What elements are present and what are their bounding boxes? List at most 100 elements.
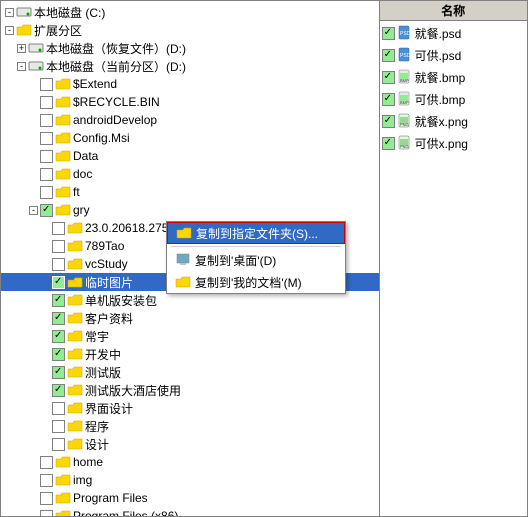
tree-label-linshi: 临时图片: [85, 274, 133, 291]
menu-item-copy-to-docs[interactable]: 复制到'我的文档'(M): [167, 271, 345, 293]
svg-text:PNG: PNG: [400, 144, 409, 149]
folder-icon-sheji: [67, 437, 83, 451]
tree-item-expand[interactable]: - 扩展分区: [1, 21, 379, 39]
checkbox-vcstudy[interactable]: [52, 258, 65, 271]
folder-icon-android: [55, 113, 71, 127]
checkbox-jmian[interactable]: [52, 402, 65, 415]
checkbox-pf[interactable]: [40, 492, 53, 505]
tree-item-d-restore[interactable]: + 本地磁盘（恢复文件）(D:): [1, 39, 379, 57]
tree-label-danjiban: 单机版安装包: [85, 292, 157, 309]
menu-label-copy-to-folder: 复制到指定文件夹(S)...: [196, 225, 318, 242]
tree-label-ver: 23.0.20618.2753: [85, 221, 175, 235]
tree-item-config[interactable]: Config.Msi: [1, 129, 379, 147]
checkbox-android[interactable]: [40, 114, 53, 127]
tree-item-data[interactable]: Data: [1, 147, 379, 165]
checkbox-kaifa[interactable]: [52, 348, 65, 361]
checkbox-changyu[interactable]: [52, 330, 65, 343]
checkbox-ke-psd[interactable]: [382, 49, 395, 62]
checkbox-789tao[interactable]: [52, 240, 65, 253]
tree-label-c: 本地磁盘 (C:): [34, 4, 105, 21]
tree-item-pf[interactable]: Program Files: [1, 489, 379, 507]
checkbox-jiu-psd[interactable]: [382, 27, 395, 40]
drive-icon-d-restore: [28, 41, 44, 55]
folder-icon-789tao: [67, 239, 83, 253]
tree-item-d-current[interactable]: - 本地磁盘（当前分区）(D:): [1, 57, 379, 75]
tree-item-extend[interactable]: $Extend: [1, 75, 379, 93]
expand-icon-d-restore[interactable]: +: [17, 44, 26, 53]
folder-open-icon: [176, 225, 192, 241]
tree-label-d-restore: 本地磁盘（恢复文件）(D:): [46, 40, 186, 57]
right-item-jiu-bmp[interactable]: BMP 就餐.bmp: [382, 67, 525, 87]
checkbox-ver[interactable]: [52, 222, 65, 235]
tree-label-expand: 扩展分区: [34, 22, 82, 39]
file-name-ke-png: 可供x.png: [415, 135, 468, 152]
tree-item-jmian[interactable]: 界面设计: [1, 399, 379, 417]
tree-item-android[interactable]: androidDevelop: [1, 111, 379, 129]
right-panel-header: 名称: [380, 1, 527, 21]
tree-item-pf86[interactable]: Program Files (x86): [1, 507, 379, 516]
file-name-ke-bmp: 可供.bmp: [415, 91, 466, 108]
tree-item-home[interactable]: home: [1, 453, 379, 471]
checkbox-recycle[interactable]: [40, 96, 53, 109]
svg-text:BMP: BMP: [400, 100, 409, 105]
expand-icon-d-current[interactable]: -: [17, 62, 26, 71]
tree-item-chengxu[interactable]: 程序: [1, 417, 379, 435]
checkbox-ft[interactable]: [40, 186, 53, 199]
folder-icon-chengxu: [67, 419, 83, 433]
folder-icon-img: [55, 473, 71, 487]
checkbox-linshi[interactable]: [52, 276, 65, 289]
checkbox-data[interactable]: [40, 150, 53, 163]
checkbox-ke-png[interactable]: [382, 137, 395, 150]
tree-item-kehu[interactable]: 客户资料: [1, 309, 379, 327]
menu-item-copy-to-desktop[interactable]: 复制到'桌面'(D): [167, 249, 345, 271]
folder-icon-home: [55, 455, 71, 469]
tree-label-home: home: [73, 455, 103, 469]
tree-item-local-c[interactable]: - 本地磁盘 (C:): [1, 3, 379, 21]
expand-icon-expand[interactable]: -: [5, 26, 14, 35]
expand-icon-c[interactable]: -: [5, 8, 14, 17]
tree-item-gry[interactable]: - gry: [1, 201, 379, 219]
right-item-jiu-psd[interactable]: PSD 就餐.psd: [382, 23, 525, 43]
tree-label-kaifa: 开发中: [85, 346, 121, 363]
right-item-jiu-png[interactable]: PNG 就餐x.png: [382, 111, 525, 131]
svg-text:BMP: BMP: [400, 78, 409, 83]
checkbox-pf86[interactable]: [40, 510, 53, 517]
folder-icon-ver: [67, 221, 83, 235]
right-item-ke-png[interactable]: PNG 可供x.png: [382, 133, 525, 153]
tree-item-ft[interactable]: ft: [1, 183, 379, 201]
checkbox-jiu-png[interactable]: [382, 115, 395, 128]
tree-item-ceshi-hotel[interactable]: 测试版大酒店使用: [1, 381, 379, 399]
checkbox-gry[interactable]: [40, 204, 53, 217]
tree-item-ceshiban[interactable]: 测试版: [1, 363, 379, 381]
checkbox-extend[interactable]: [40, 78, 53, 91]
right-item-ke-bmp[interactable]: BMP 可供.bmp: [382, 89, 525, 109]
file-icon-jiu-psd: PSD: [397, 25, 413, 41]
tree-item-recycle[interactable]: $RECYCLE.BIN: [1, 93, 379, 111]
tree-label-jmian: 界面设计: [85, 400, 133, 417]
checkbox-chengxu[interactable]: [52, 420, 65, 433]
tree-item-img[interactable]: img: [1, 471, 379, 489]
tree-item-changyu[interactable]: 常宇: [1, 327, 379, 345]
checkbox-home[interactable]: [40, 456, 53, 469]
expand-icon-gry[interactable]: -: [29, 206, 38, 215]
checkbox-jiu-bmp[interactable]: [382, 71, 395, 84]
svg-text:PNG: PNG: [400, 122, 409, 127]
checkbox-ceshi-hotel[interactable]: [52, 384, 65, 397]
folder-icon-expand: [16, 23, 32, 37]
menu-item-copy-to-folder[interactable]: 复制到指定文件夹(S)...: [167, 222, 345, 244]
checkbox-danjiban[interactable]: [52, 294, 65, 307]
checkbox-doc[interactable]: [40, 168, 53, 181]
tree-item-doc[interactable]: doc: [1, 165, 379, 183]
tree-item-sheji[interactable]: 设计: [1, 435, 379, 453]
svg-text:PSD: PSD: [400, 53, 411, 59]
right-item-ke-psd[interactable]: PSD 可供.psd: [382, 45, 525, 65]
checkbox-sheji[interactable]: [52, 438, 65, 451]
checkbox-ceshiban[interactable]: [52, 366, 65, 379]
checkbox-ke-bmp[interactable]: [382, 93, 395, 106]
svg-text:PSD: PSD: [400, 31, 411, 37]
tree-item-kaifa[interactable]: 开发中: [1, 345, 379, 363]
checkbox-config[interactable]: [40, 132, 53, 145]
checkbox-img[interactable]: [40, 474, 53, 487]
tree-label-sheji: 设计: [85, 436, 109, 453]
checkbox-kehu[interactable]: [52, 312, 65, 325]
